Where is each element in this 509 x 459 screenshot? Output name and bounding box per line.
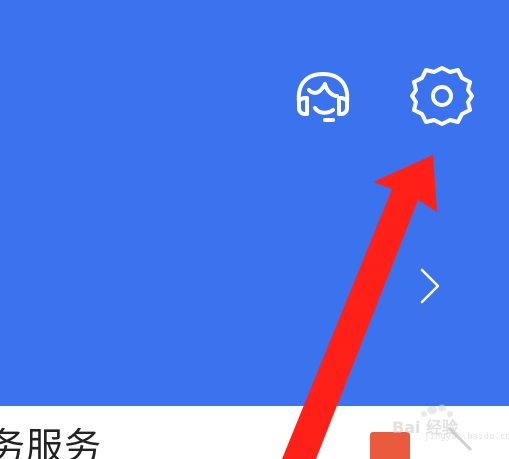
screen: 务服务 Bai 经验 jingyan.baidu.com (0, 0, 509, 459)
watermark-subtext: jingyan.baidu.com (424, 432, 509, 442)
customer-service-button[interactable] (283, 58, 363, 138)
card-title: 务服务 (0, 425, 102, 459)
headset-icon (296, 72, 350, 122)
chevron-right-icon (420, 268, 440, 304)
profile-chevron-button[interactable] (410, 258, 450, 314)
settings-button[interactable] (402, 56, 482, 136)
gear-icon (410, 66, 474, 126)
